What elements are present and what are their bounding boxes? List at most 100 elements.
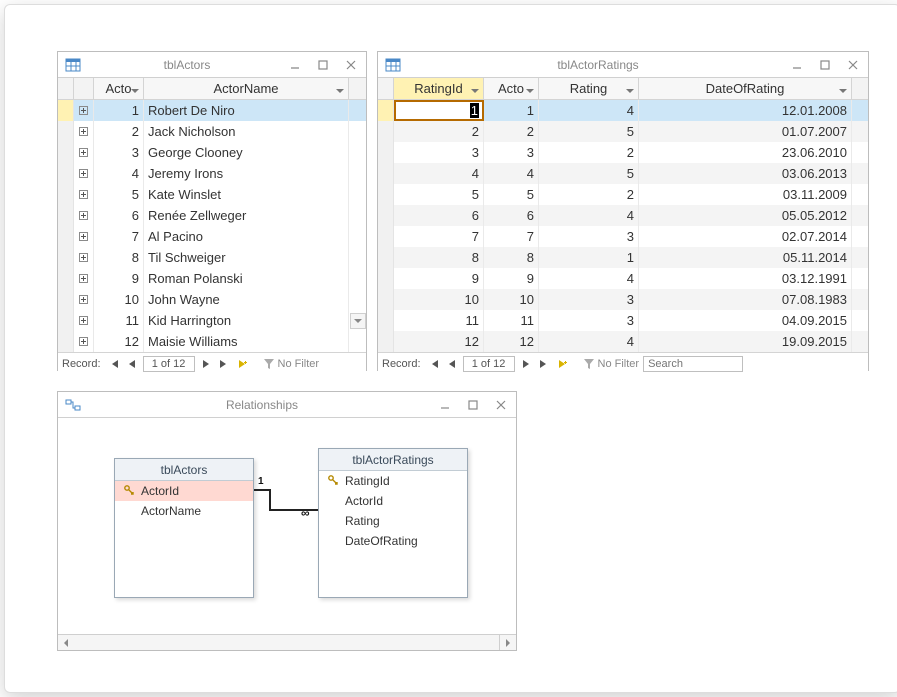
cell-actorid[interactable]: 1 xyxy=(94,100,144,121)
chevron-down-icon[interactable] xyxy=(839,83,847,98)
cell-rating[interactable]: 4 xyxy=(539,331,639,352)
titlebar-tblactors[interactable]: tblActors xyxy=(58,52,366,78)
cell-dateofrating[interactable]: 01.07.2007 xyxy=(639,121,852,142)
nav-first-button[interactable] xyxy=(107,357,121,371)
record-position[interactable]: 1 of 12 xyxy=(143,356,195,372)
chevron-down-icon[interactable] xyxy=(336,83,344,98)
table-row[interactable]: 88105.11.2014 xyxy=(378,247,868,268)
maximize-button[interactable] xyxy=(816,56,834,74)
cell-actorname[interactable]: Jeremy Irons xyxy=(144,163,349,184)
search-input[interactable] xyxy=(643,356,743,372)
relationship-line[interactable] xyxy=(58,418,518,638)
cell-actorname[interactable]: George Clooney xyxy=(144,142,349,163)
cell-actorid[interactable]: 3 xyxy=(94,142,144,163)
cell-actorid[interactable]: 11 xyxy=(484,310,539,331)
cell-actorid[interactable]: 12 xyxy=(94,331,144,352)
cell-rating[interactable]: 2 xyxy=(539,184,639,205)
cell-actorid[interactable]: 1 xyxy=(484,100,539,121)
table-row[interactable]: 8Til Schweiger xyxy=(58,247,366,268)
cell-rating[interactable]: 4 xyxy=(539,205,639,226)
column-header-actorname[interactable]: ActorName xyxy=(144,78,349,99)
cell-actorid[interactable]: 6 xyxy=(94,205,144,226)
nav-last-button[interactable] xyxy=(537,357,551,371)
cell-rating[interactable]: 2 xyxy=(539,142,639,163)
cell-rating[interactable]: 3 xyxy=(539,310,639,331)
expand-button[interactable] xyxy=(74,226,94,247)
close-button[interactable] xyxy=(342,56,360,74)
table-row[interactable]: 66405.05.2012 xyxy=(378,205,868,226)
table-row[interactable]: 3George Clooney xyxy=(58,142,366,163)
cell-ratingid[interactable]: 5 xyxy=(394,184,484,205)
cell-ratingid[interactable]: 8 xyxy=(394,247,484,268)
table-row[interactable]: 11412.01.2008 xyxy=(378,100,868,121)
cell-actorid[interactable]: 7 xyxy=(94,226,144,247)
cell-actorid[interactable]: 9 xyxy=(94,268,144,289)
cell-actorid[interactable]: 10 xyxy=(484,289,539,310)
record-position[interactable]: 1 of 12 xyxy=(463,356,515,372)
nav-new-button[interactable] xyxy=(555,357,569,371)
cell-ratingid[interactable]: 11 xyxy=(394,310,484,331)
cell-dateofrating[interactable]: 07.08.1983 xyxy=(639,289,852,310)
cell-rating[interactable]: 4 xyxy=(539,100,639,121)
cell-dateofrating[interactable]: 03.12.1991 xyxy=(639,268,852,289)
cell-actorid[interactable]: 5 xyxy=(484,184,539,205)
cell-ratingid[interactable]: 7 xyxy=(394,226,484,247)
table-row[interactable]: 5Kate Winslet xyxy=(58,184,366,205)
titlebar-relationships[interactable]: Relationships xyxy=(58,392,516,418)
column-header-dateofrating[interactable]: DateOfRating xyxy=(639,78,852,99)
cell-actorname[interactable]: Robert De Niro xyxy=(144,100,349,121)
cell-actorid[interactable]: 7 xyxy=(484,226,539,247)
cell-rating[interactable]: 4 xyxy=(539,268,639,289)
expand-button[interactable] xyxy=(74,163,94,184)
minimize-button[interactable] xyxy=(286,56,304,74)
cell-actorid[interactable]: 11 xyxy=(94,310,144,331)
cell-actorname[interactable]: Roman Polanski xyxy=(144,268,349,289)
cell-ratingid[interactable]: 6 xyxy=(394,205,484,226)
cell-actorname[interactable]: Jack Nicholson xyxy=(144,121,349,142)
chevron-down-icon[interactable] xyxy=(626,83,634,98)
table-row[interactable]: 12Maisie Williams xyxy=(58,331,366,352)
cell-dateofrating[interactable]: 03.11.2009 xyxy=(639,184,852,205)
cell-rating[interactable]: 5 xyxy=(539,163,639,184)
cell-actorname[interactable]: Renée Zellweger xyxy=(144,205,349,226)
cell-rating[interactable]: 1 xyxy=(539,247,639,268)
table-row[interactable]: 4Jeremy Irons xyxy=(58,163,366,184)
cell-actorname[interactable]: John Wayne xyxy=(144,289,349,310)
cell-ratingid[interactable]: 2 xyxy=(394,121,484,142)
table-row[interactable]: 99403.12.1991 xyxy=(378,268,868,289)
chevron-down-icon[interactable] xyxy=(471,83,479,98)
cell-actorid[interactable]: 6 xyxy=(484,205,539,226)
cell-dateofrating[interactable]: 12.01.2008 xyxy=(639,100,852,121)
nav-prev-button[interactable] xyxy=(125,357,139,371)
column-header-actorid[interactable]: Acto xyxy=(94,78,144,99)
table-row[interactable]: 9Roman Polanski xyxy=(58,268,366,289)
column-header-actorid[interactable]: Acto xyxy=(484,78,539,99)
cell-actorid[interactable]: 9 xyxy=(484,268,539,289)
cell-actorname[interactable]: Til Schweiger xyxy=(144,247,349,268)
expand-button[interactable] xyxy=(74,205,94,226)
cell-dateofrating[interactable]: 04.09.2015 xyxy=(639,310,852,331)
expand-button[interactable] xyxy=(74,142,94,163)
cell-rating[interactable]: 3 xyxy=(539,226,639,247)
close-button[interactable] xyxy=(844,56,862,74)
nav-new-button[interactable] xyxy=(235,357,249,371)
cell-actorid[interactable]: 2 xyxy=(94,121,144,142)
nav-next-button[interactable] xyxy=(519,357,533,371)
cell-ratingid[interactable]: 1 xyxy=(394,100,484,121)
cell-actorid[interactable]: 10 xyxy=(94,289,144,310)
cell-ratingid[interactable]: 9 xyxy=(394,268,484,289)
table-row[interactable]: 1010307.08.1983 xyxy=(378,289,868,310)
expand-button[interactable] xyxy=(74,121,94,142)
expand-button[interactable] xyxy=(74,268,94,289)
cell-ratingid[interactable]: 3 xyxy=(394,142,484,163)
expand-button[interactable] xyxy=(74,331,94,352)
table-row[interactable]: 1111304.09.2015 xyxy=(378,310,868,331)
cell-dateofrating[interactable]: 05.11.2014 xyxy=(639,247,852,268)
table-row[interactable]: 1Robert De Niro xyxy=(58,100,366,121)
nav-first-button[interactable] xyxy=(427,357,441,371)
table-row[interactable]: 11Kid Harrington xyxy=(58,310,366,331)
expand-button[interactable] xyxy=(74,247,94,268)
table-row[interactable]: 77302.07.2014 xyxy=(378,226,868,247)
cell-actorname[interactable]: Al Pacino xyxy=(144,226,349,247)
cell-ratingid[interactable]: 10 xyxy=(394,289,484,310)
